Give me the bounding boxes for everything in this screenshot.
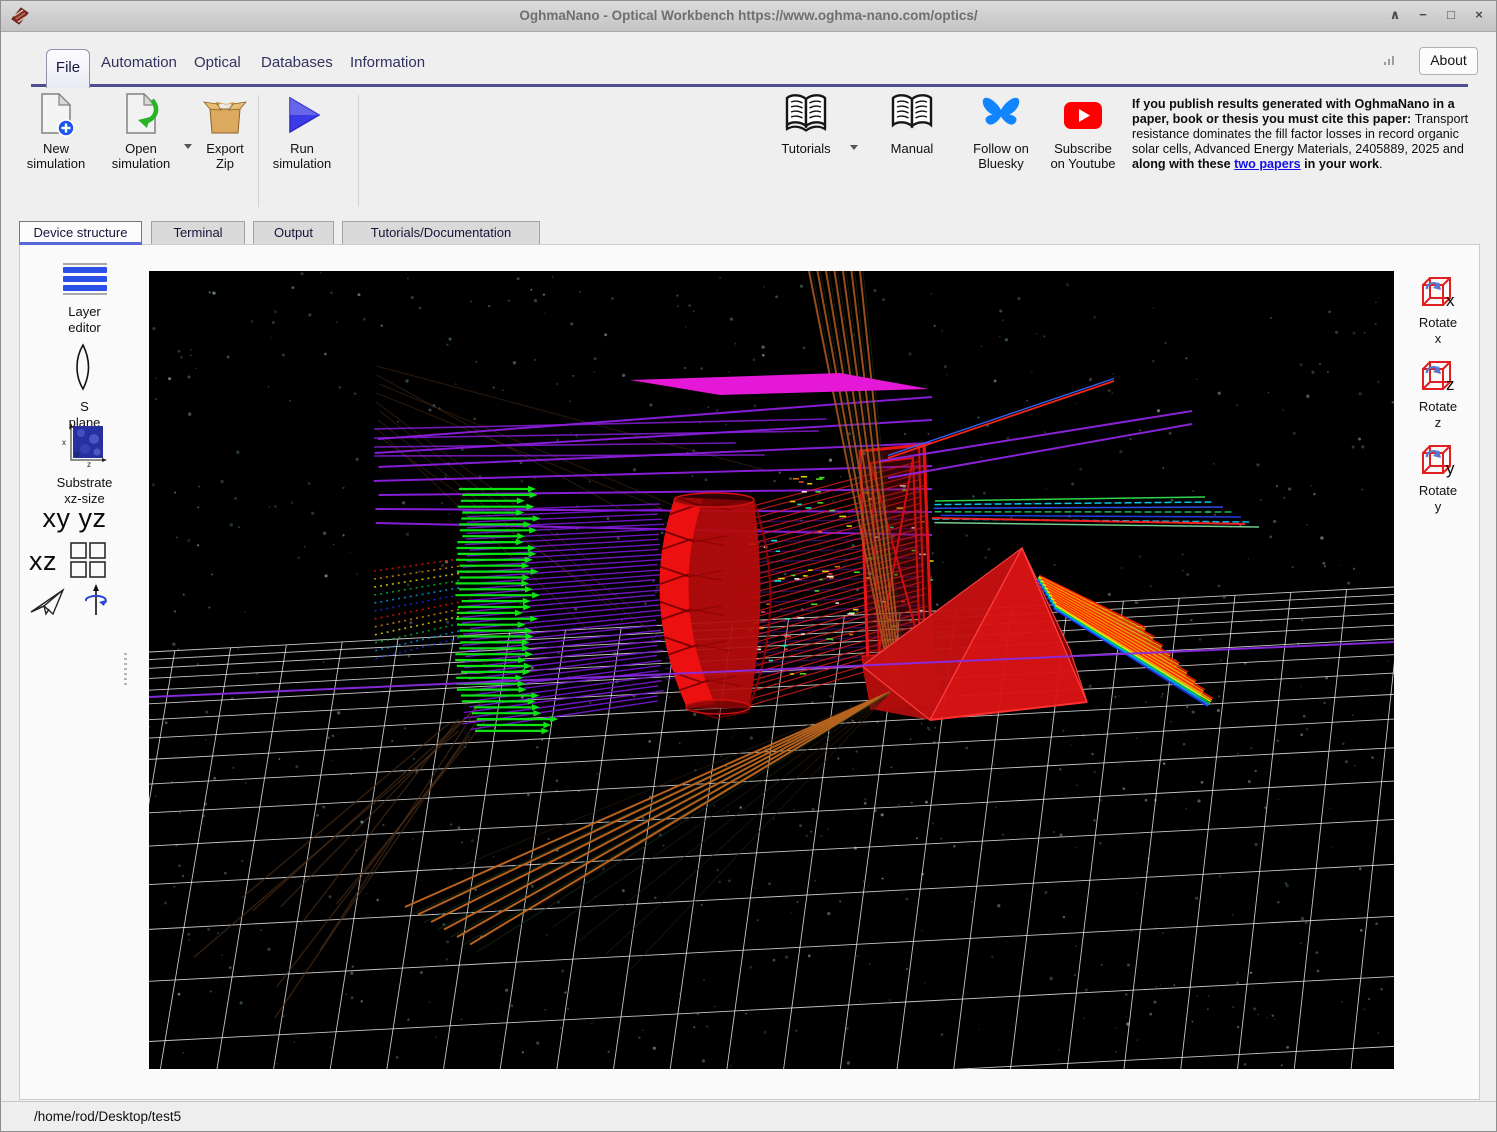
- menu-tab-automation[interactable]: Automation: [101, 54, 177, 71]
- app-window: OghmaNano - Optical Workbench https://ww…: [0, 0, 1497, 1132]
- menu-tab-information[interactable]: Information: [350, 54, 425, 71]
- tab-terminal[interactable]: Terminal: [151, 221, 245, 245]
- rotate-y-button[interactable]: y Rotatey: [1402, 443, 1474, 515]
- tab-device-structure[interactable]: Device structure: [19, 221, 142, 245]
- menu-bar: File Automation Optical Databases Inform…: [1, 32, 1496, 87]
- toolbar-separator: [358, 95, 359, 207]
- substrate-icon: xz: [61, 423, 109, 467]
- rotate-z-button[interactable]: z Rotatez: [1402, 359, 1474, 431]
- open-simulation-icon: [95, 89, 187, 137]
- two-papers-link[interactable]: two papers: [1234, 157, 1300, 171]
- view-xz-button[interactable]: xz: [20, 541, 149, 579]
- close-button[interactable]: ×: [1472, 7, 1486, 23]
- status-bar: /home/rod/Desktop/test5: [1, 1101, 1496, 1132]
- layer-editor-button[interactable]: Layereditor: [20, 262, 149, 335]
- maximize-button[interactable]: □: [1444, 7, 1458, 23]
- title-bar[interactable]: OghmaNano - Optical Workbench https://ww…: [1, 1, 1496, 32]
- s-plane-icon: [70, 343, 100, 391]
- menu-tab-file[interactable]: File: [46, 49, 90, 88]
- menu-underline: [31, 84, 1468, 87]
- tab-tutorials-documentation[interactable]: Tutorials/Documentation: [342, 221, 540, 245]
- sidebar: Layereditor Splane xz Substratexz-size x…: [20, 245, 149, 1099]
- menu-tab-databases[interactable]: Databases: [261, 54, 333, 71]
- run-simulation-button[interactable]: Runsimulation: [256, 89, 348, 171]
- resize-grip-icon: [1384, 56, 1396, 65]
- ray-trace-controls: [20, 583, 149, 622]
- manual-book-icon: [866, 89, 958, 137]
- grid-2x2-icon: [69, 541, 107, 579]
- main-panel: Layereditor Splane xz Substratexz-size x…: [19, 244, 1480, 1100]
- view-xy-yz-button[interactable]: xy yz: [10, 503, 139, 534]
- menu-tab-optical[interactable]: Optical: [194, 54, 241, 71]
- substrate-xz-size-button[interactable]: xz Substratexz-size: [20, 423, 149, 506]
- subscribe-youtube-button[interactable]: Subscribeon Youtube: [1037, 89, 1129, 171]
- panel-drag-handle[interactable]: [124, 653, 127, 685]
- paper-plane-icon[interactable]: [29, 587, 67, 617]
- toolbar: Newsimulation Opensimulation ExportZip R…: [1, 89, 1496, 217]
- svg-text:x: x: [62, 438, 66, 447]
- svg-text:z: z: [87, 460, 91, 467]
- citation-text: If you publish results generated with Og…: [1132, 97, 1483, 172]
- youtube-icon: [1037, 89, 1129, 137]
- new-simulation-icon: [10, 89, 102, 137]
- doc-tab-bar: Device structure Terminal Output Tutoria…: [1, 221, 1496, 245]
- open-simulation-button[interactable]: Opensimulation: [95, 89, 187, 171]
- minimize-button[interactable]: −: [1416, 7, 1430, 23]
- tutorials-dropdown-icon[interactable]: [850, 145, 858, 150]
- window-title: OghmaNano - Optical Workbench https://ww…: [1, 8, 1496, 23]
- follow-bluesky-button[interactable]: Follow onBluesky: [955, 89, 1047, 171]
- s-plane-button[interactable]: Splane: [20, 343, 149, 430]
- new-simulation-button[interactable]: Newsimulation: [10, 89, 102, 171]
- rotate-x-button[interactable]: x Rotatex: [1402, 275, 1474, 347]
- tutorials-book-icon: [760, 89, 852, 137]
- rotate-axis-icon[interactable]: [81, 583, 111, 617]
- run-simulation-icon: [256, 89, 348, 137]
- 3d-viewport[interactable]: [149, 271, 1394, 1069]
- tab-output[interactable]: Output: [253, 221, 334, 245]
- rollup-button[interactable]: ∧: [1388, 7, 1402, 23]
- manual-button[interactable]: Manual: [866, 89, 958, 156]
- bluesky-butterfly-icon: [955, 89, 1047, 137]
- layer-editor-icon: [62, 262, 108, 296]
- working-directory-path: /home/rod/Desktop/test5: [34, 1109, 181, 1124]
- about-button[interactable]: About: [1419, 47, 1478, 75]
- tutorials-button[interactable]: Tutorials: [760, 89, 852, 156]
